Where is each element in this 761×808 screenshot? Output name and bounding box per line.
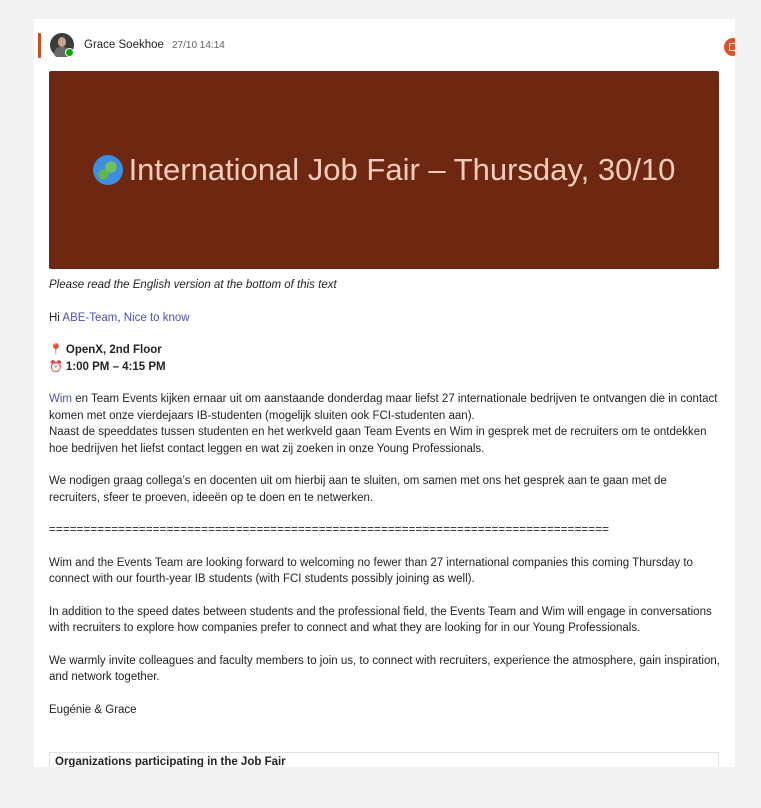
pin-icon: 📍 — [49, 344, 63, 356]
announcement-banner: International Job Fair – Thursday, 30/10 — [49, 71, 719, 269]
globe-icon — [92, 155, 123, 185]
avatar[interactable] — [50, 33, 74, 57]
event-time: 1:00 PM – 4:15 PM — [65, 360, 166, 373]
banner-title: International Job Fair – Thursday, 30/10 — [92, 152, 676, 188]
author-name[interactable]: Grace Soekhoe — [84, 39, 164, 51]
english-paragraph-1: Wim and the Events Team are looking forw… — [49, 556, 693, 586]
alarm-clock-icon: ⏰ — [49, 360, 63, 373]
dutch-paragraph-1: Wim en Team Events kijken ernaar uit om … — [49, 391, 721, 457]
message-card: Grace Soekhoe 27/10 14:14 International … — [34, 19, 735, 767]
greeting-prefix: Hi — [49, 311, 63, 324]
mention-nice-to-know[interactable]: Nice to know — [124, 312, 190, 324]
signature: Eugénie & Grace — [49, 703, 137, 716]
event-details: 📍 OpenX, 2nd Floor ⏰ 1:00 PM – 4:15 PM — [49, 342, 721, 375]
dutch-paragraph-2: We nodigen graag collega’s en docenten u… — [49, 475, 667, 504]
english-paragraph-2: In addition to the speed dates between s… — [49, 605, 712, 635]
text-divider: ========================================… — [49, 524, 610, 536]
greeting: Hi ABE-Team, Nice to know — [49, 310, 721, 327]
avatar-face — [58, 37, 66, 47]
message-body: Please read the English version at the b… — [49, 277, 721, 734]
dutch-paragraph-1-text: en Team Events kijken ernaar uit om aans… — [49, 393, 718, 422]
mention-wim[interactable]: Wim — [49, 393, 72, 405]
app-badge-icon[interactable] — [724, 38, 735, 56]
intro-note: Please read the English version at the b… — [49, 279, 337, 291]
important-accent-bar — [38, 33, 41, 58]
message-timestamp: 27/10 14:14 — [172, 40, 225, 51]
english-paragraph-3: We warmly invite colleagues and faculty … — [49, 654, 720, 684]
event-location: OpenX, 2nd Floor — [65, 344, 162, 356]
mention-abe-team[interactable]: ABE-Team — [62, 312, 117, 324]
presence-available-icon — [65, 48, 74, 57]
table-header: Organizations participating in the Job F… — [55, 756, 286, 767]
dutch-paragraph-1-line2: Naast de speeddates tussen studenten en … — [49, 426, 707, 455]
banner-title-text: International Job Fair – Thursday, 30/10 — [128, 152, 676, 187]
organizations-table: Organizations participating in the Job F… — [49, 752, 719, 767]
